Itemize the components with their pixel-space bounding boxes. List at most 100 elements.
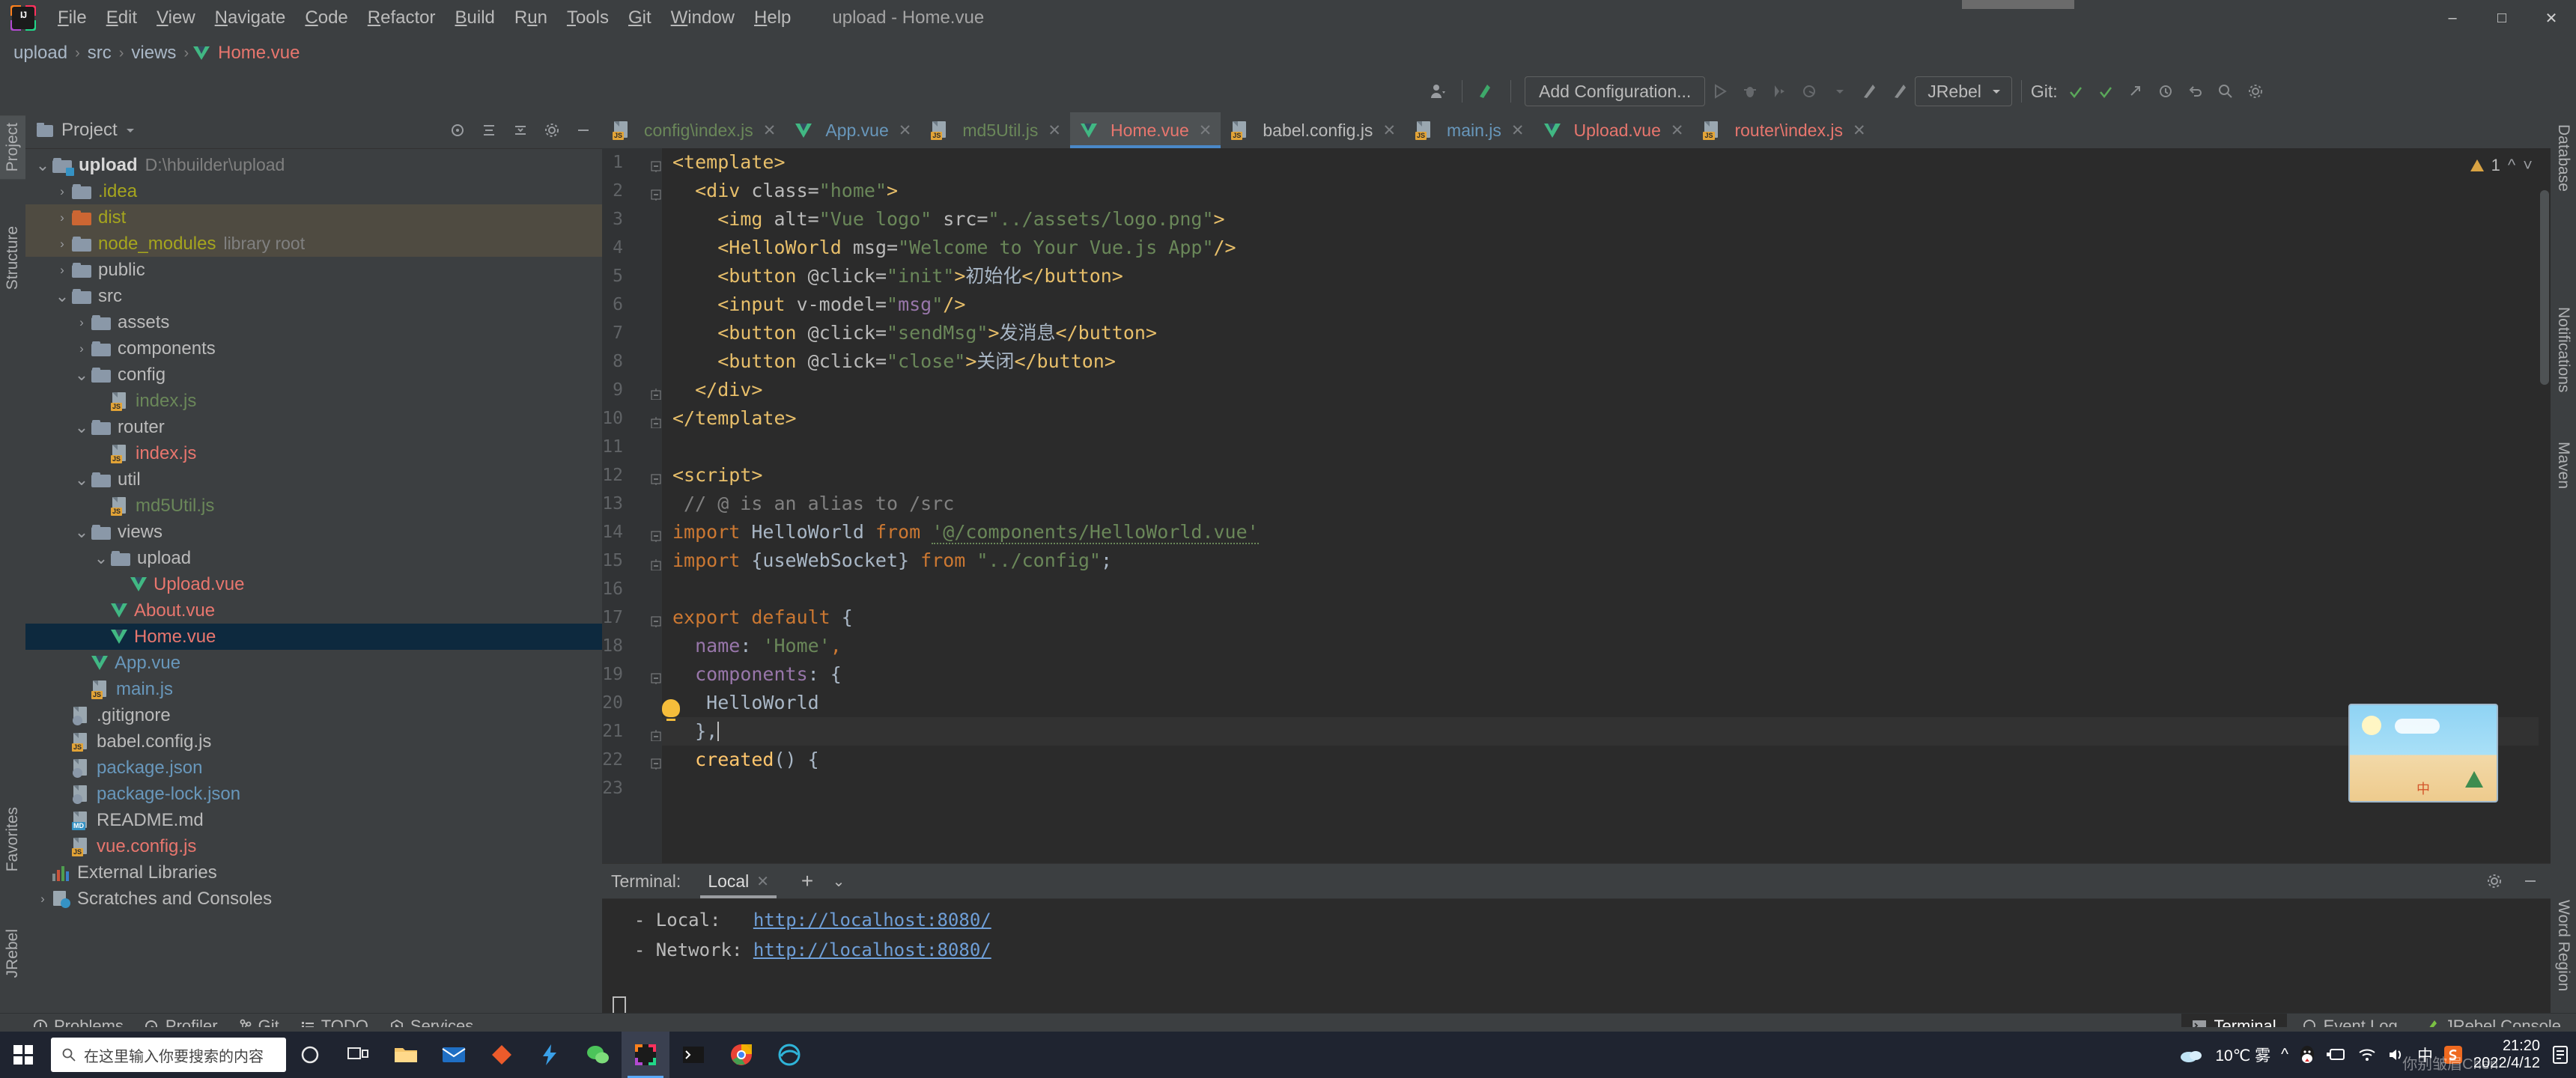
chevron-right-icon[interactable]: ›	[52, 210, 72, 225]
tree-row[interactable]: › public	[25, 257, 602, 283]
tree-row[interactable]: › dist	[25, 204, 602, 231]
weather-label[interactable]: 10℃ 雾	[2215, 1044, 2270, 1066]
intention-bulb-icon[interactable]	[662, 699, 680, 721]
undo-icon[interactable]	[2181, 76, 2211, 106]
chevron-right-icon[interactable]: ›	[72, 315, 91, 330]
close-icon[interactable]: ✕	[1048, 121, 1061, 140]
sidebar-item-notifications[interactable]: Notifications	[2550, 299, 2576, 400]
menu-item-git[interactable]: Git	[619, 4, 661, 31]
breadcrumb-home-vue[interactable]: Home.vue	[215, 43, 303, 64]
sidebar-item-jrebel[interactable]: JRebel	[0, 922, 26, 985]
breadcrumb-upload[interactable]: upload	[10, 43, 70, 64]
sidebar-item-favorites[interactable]: Favorites	[0, 800, 26, 879]
settings-gear-icon[interactable]	[2479, 865, 2510, 897]
git-push-icon[interactable]	[2121, 76, 2151, 106]
terminal-link[interactable]: http://localhost:8080/	[753, 940, 991, 960]
close-icon[interactable]: ✕	[763, 121, 777, 140]
tree-row[interactable]: ⌄ upload D:\hbuilder\upload	[25, 152, 602, 178]
expand-all-icon[interactable]	[473, 115, 505, 146]
tree-row[interactable]: package.json	[25, 755, 602, 781]
floating-image-widget[interactable]: 中	[2348, 704, 2498, 803]
chevron-right-icon[interactable]: ›	[52, 237, 72, 252]
menu-item-window[interactable]: Window	[661, 4, 744, 31]
notifications-icon[interactable]	[2551, 1045, 2570, 1065]
sidebar-item-structure[interactable]: Structure	[0, 219, 26, 297]
select-opened-file-icon[interactable]	[442, 115, 473, 146]
menu-item-help[interactable]: Help	[744, 4, 801, 31]
git-commit-icon[interactable]	[2091, 76, 2121, 106]
chevron-right-icon[interactable]: ›	[52, 263, 72, 278]
tree-row[interactable]: ⌄ util	[25, 466, 602, 493]
project-file-tree[interactable]: ⌄ upload D:\hbuilder\upload › .idea › dist › nod…	[25, 149, 602, 1014]
tree-row[interactable]: JS index.js	[25, 440, 602, 466]
terminal-tab-local[interactable]: Local ✕	[700, 864, 777, 898]
collapse-all-icon[interactable]	[505, 115, 536, 146]
tree-row[interactable]: › .idea	[25, 178, 602, 204]
chrome-icon[interactable]	[717, 1032, 765, 1078]
tree-row[interactable]: › node_modules library root	[25, 231, 602, 257]
qq-icon[interactable]	[2299, 1045, 2315, 1065]
menu-item-tools[interactable]: Tools	[557, 4, 619, 31]
menu-item-build[interactable]: Build	[446, 4, 505, 31]
menu-item-refactor[interactable]: Refactor	[358, 4, 446, 31]
chevron-down-icon[interactable]: ⌄	[91, 549, 111, 566]
start-button[interactable]	[0, 1032, 46, 1078]
user-dropdown-icon[interactable]	[1423, 76, 1453, 106]
menu-item-run[interactable]: Run	[505, 4, 557, 31]
tree-row[interactable]: Upload.vue	[25, 571, 602, 597]
terminal-options-chevron-down-icon[interactable]: ⌄	[827, 872, 850, 891]
wechat-icon[interactable]	[574, 1032, 622, 1078]
task-view-icon[interactable]	[334, 1032, 382, 1078]
tree-row[interactable]: › assets	[25, 309, 602, 335]
tree-row[interactable]: ⌄ config	[25, 362, 602, 388]
breadcrumb-src[interactable]: src	[85, 43, 115, 64]
menu-item-view[interactable]: View	[147, 4, 205, 31]
tree-row[interactable]: ⌄ src	[25, 283, 602, 309]
next-problem-icon[interactable]: ˅	[2523, 156, 2533, 175]
git-update-icon[interactable]	[2061, 76, 2091, 106]
menu-item-navigate[interactable]: Navigate	[205, 4, 296, 31]
close-button[interactable]: ✕	[2527, 0, 2576, 36]
tree-row[interactable]: JS babel.config.js	[25, 728, 602, 755]
debug-icon[interactable]	[1735, 76, 1765, 106]
sidebar-item-maven[interactable]: Maven	[2550, 434, 2576, 496]
prev-problem-icon[interactable]: ^	[2508, 156, 2515, 175]
editor-tab-config-index-js[interactable]: JS config\index.js ✕	[602, 112, 785, 148]
gear-icon[interactable]	[2241, 76, 2270, 106]
close-icon[interactable]: ✕	[1671, 121, 1684, 140]
chevron-down-icon[interactable]: ⌄	[72, 366, 91, 383]
settings-gear-icon[interactable]	[536, 115, 568, 146]
tree-row[interactable]: External Libraries	[25, 859, 602, 886]
chevron-down-icon[interactable]	[1825, 76, 1855, 106]
run-icon[interactable]	[1705, 76, 1735, 106]
tree-row[interactable]: ⌄ upload	[25, 545, 602, 571]
chevron-right-icon[interactable]: ›	[52, 184, 72, 199]
maximize-button[interactable]: □	[2477, 0, 2527, 36]
project-panel-title[interactable]: Project	[36, 120, 136, 141]
editor-scrollbar-thumb[interactable]	[2540, 190, 2549, 385]
tree-row[interactable]: App.vue	[25, 650, 602, 676]
cortana-icon[interactable]	[286, 1032, 334, 1078]
tree-row[interactable]: .gitignore	[25, 702, 602, 728]
jrebel-run-icon[interactable]	[1855, 76, 1885, 106]
close-icon[interactable]: ✕	[1511, 121, 1525, 140]
wifi-icon[interactable]	[2357, 1047, 2377, 1063]
battery-icon[interactable]	[2326, 1047, 2347, 1063]
jrebel-debug-icon[interactable]	[1885, 76, 1915, 106]
new-terminal-button[interactable]: +	[795, 869, 820, 893]
sidebar-item-database[interactable]: Database	[2550, 117, 2576, 199]
inspection-widget[interactable]: 1 ^ ˅	[2470, 156, 2533, 175]
sidebar-item-word-region[interactable]: Word Region	[2550, 892, 2576, 999]
intellij-icon[interactable]	[622, 1032, 669, 1078]
run-coverage-icon[interactable]	[1765, 76, 1795, 106]
edge-icon[interactable]	[765, 1032, 813, 1078]
terminal-icon[interactable]	[669, 1032, 717, 1078]
tree-row[interactable]: ⌄ views	[25, 519, 602, 545]
tree-row[interactable]: › components	[25, 335, 602, 362]
editor-tab-app-vue[interactable]: App.vue ✕	[785, 112, 920, 148]
profiler-icon[interactable]	[1795, 76, 1825, 106]
git-history-icon[interactable]	[2151, 76, 2181, 106]
editor-tab-router-index-js[interactable]: JS router\index.js ✕	[1692, 112, 1874, 148]
thunder-icon[interactable]	[526, 1032, 574, 1078]
tree-row[interactable]: package-lock.json	[25, 781, 602, 807]
